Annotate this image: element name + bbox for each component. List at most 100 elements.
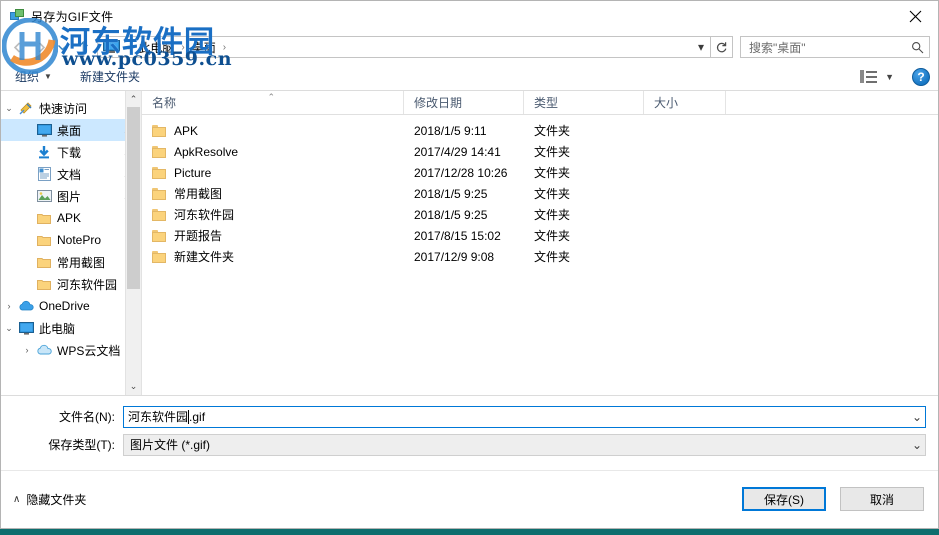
folder-icon — [152, 250, 166, 263]
new-folder-button[interactable]: 新建文件夹 — [60, 66, 148, 87]
column-header-type[interactable]: 类型 — [524, 91, 644, 114]
folder-icon — [152, 145, 166, 158]
refresh-button[interactable] — [711, 36, 733, 58]
cell-type: 文件夹 — [534, 250, 571, 264]
table-row[interactable]: Picture 2017/12/28 10:26 文件夹 — [142, 162, 938, 183]
close-button[interactable] — [892, 1, 938, 31]
taskbar-strip — [0, 529, 939, 535]
scroll-down-button[interactable]: ⌄ — [126, 379, 141, 395]
column-header-name[interactable]: ⌃ 名称 — [142, 91, 404, 114]
sidebar-item-0[interactable]: ⌄ 快速访问 — [1, 97, 141, 119]
sidebar-item-8[interactable]: 河东软件园 — [1, 273, 141, 295]
folder-icon — [35, 212, 53, 224]
sidebar-item-3[interactable]: 文档 — [1, 163, 141, 185]
folder-icon — [152, 208, 166, 221]
scrollbar-thumb[interactable] — [127, 107, 140, 289]
filename-input[interactable]: 河东软件园 .gif ⌄ — [123, 405, 926, 428]
up-button[interactable] — [71, 35, 95, 59]
pictures-icon — [35, 189, 53, 203]
onedrive-cloud-icon — [17, 300, 35, 312]
savetype-label: 保存类型(T): — [48, 438, 115, 452]
table-row[interactable]: APK 2018/1/5 9:11 文件夹 — [142, 120, 938, 141]
folder-icon — [152, 166, 166, 179]
savetype-dropdown-icon[interactable]: ⌄ — [912, 435, 922, 455]
back-button[interactable] — [5, 35, 29, 59]
forward-button[interactable] — [29, 35, 53, 59]
command-toolbar: 组织 ▼ 新建文件夹 ▼ ? — [1, 63, 938, 91]
navigation-pane: ⌄ 快速访问 桌面 下载文档图片 APK NotePro 常用截图河东软件园 › OneDriv… — [1, 91, 141, 395]
cell-name: 开题报告 — [142, 227, 404, 244]
cell-date: 2017/12/9 9:08 — [414, 249, 495, 264]
table-row[interactable]: ApkResolve 2017/4/29 14:41 文件夹 — [142, 141, 938, 162]
sidebar-item-label: 文档 — [57, 167, 82, 182]
expand-chevron-icon[interactable]: › — [1, 301, 17, 311]
hide-folders-label: 隐藏文件夹 — [26, 492, 87, 507]
view-options-button[interactable]: ▼ — [856, 68, 898, 85]
chevron-down-icon: ▼ — [885, 71, 894, 82]
sidebar-item-1[interactable]: 桌面 — [1, 119, 141, 141]
sidebar-item-7[interactable]: 常用截图 — [1, 251, 141, 273]
cell-date: 2018/1/5 9:25 — [414, 186, 488, 201]
column-header-size[interactable]: 大小 — [644, 91, 726, 114]
scroll-up-button[interactable]: ⌃ — [126, 91, 141, 107]
sidebar-item-9[interactable]: › OneDrive — [1, 295, 141, 317]
cell-name: APK — [142, 124, 404, 138]
file-name: 常用截图 — [174, 187, 223, 201]
chevron-up-icon: ∧ — [13, 493, 21, 505]
table-row[interactable]: 常用截图 2018/1/5 9:25 文件夹 — [142, 183, 938, 204]
navigation-scrollbar[interactable]: ⌃ ⌄ — [125, 91, 141, 395]
sidebar-item-4[interactable]: 图片 — [1, 185, 141, 207]
search-box[interactable]: 搜索"桌面" — [740, 36, 930, 58]
sidebar-item-11[interactable]: › WPS云文档 — [1, 339, 141, 361]
sidebar-item-10[interactable]: ⌄ 此电脑 — [1, 317, 141, 339]
file-name: 河东软件园 — [174, 208, 235, 222]
cancel-button[interactable]: 取消 — [840, 487, 924, 512]
folder-icon — [35, 278, 53, 290]
title-bar: 另存为GIF文件 — [1, 1, 938, 31]
chevron-down-icon: ▼ — [44, 72, 52, 81]
file-name: ApkResolve — [174, 144, 239, 159]
sidebar-item-2[interactable]: 下载 — [1, 141, 141, 163]
recent-locations-button[interactable] — [53, 35, 71, 59]
breadcrumb-desktop[interactable]: 桌面 — [189, 39, 219, 56]
help-button[interactable]: ? — [912, 67, 930, 86]
table-row[interactable]: 开题报告 2017/8/15 15:02 文件夹 — [142, 225, 938, 246]
folder-icon — [152, 124, 166, 137]
cell-date: 2018/1/5 9:25 — [414, 207, 488, 222]
sidebar-item-5[interactable]: APK — [1, 207, 141, 229]
sidebar-item-6[interactable]: NotePro — [1, 229, 141, 251]
savetype-select[interactable]: 图片文件 (*.gif) ⌄ — [123, 433, 926, 456]
filename-dropdown-icon[interactable]: ⌄ — [912, 407, 922, 427]
documents-icon — [35, 167, 53, 181]
this-pc-icon — [103, 40, 120, 54]
cell-type: 文件夹 — [534, 208, 571, 222]
folder-icon — [35, 256, 53, 268]
table-row[interactable]: 新建文件夹 2017/12/9 9:08 文件夹 — [142, 246, 938, 267]
this-pc-icon — [17, 321, 35, 335]
gif-file-icon — [9, 8, 25, 24]
organize-button[interactable]: 组织 ▼ — [15, 66, 60, 87]
cell-name: Picture — [142, 166, 404, 180]
table-row[interactable]: 河东软件园 2018/1/5 9:25 文件夹 — [142, 204, 938, 225]
navigation-list: ⌄ 快速访问 桌面 下载文档图片 APK NotePro 常用截图河东软件园 › OneDriv… — [1, 97, 141, 361]
search-input[interactable]: 搜索"桌面" — [749, 39, 909, 56]
search-icon[interactable] — [909, 41, 925, 54]
view-list-icon — [860, 70, 878, 83]
address-toolbar: › 此电脑 › 桌面 › ▾ 搜索"桌面" — [1, 31, 938, 63]
cell-type: 文件夹 — [534, 229, 571, 243]
expand-chevron-icon[interactable]: › — [19, 345, 35, 355]
file-name: APK — [174, 123, 199, 138]
sidebar-item-label: 河东软件园 — [57, 277, 118, 292]
expand-chevron-icon[interactable]: ⌄ — [1, 323, 17, 334]
expand-chevron-icon[interactable]: ⌄ — [1, 103, 17, 114]
column-header-date[interactable]: 修改日期 — [404, 91, 524, 114]
folder-icon — [35, 234, 53, 246]
file-name: 开题报告 — [174, 229, 223, 243]
save-button[interactable]: 保存(S) — [742, 487, 826, 512]
address-bar[interactable]: › 此电脑 › 桌面 › ▾ — [97, 36, 711, 58]
savetype-value: 图片文件 (*.gif) — [130, 438, 211, 452]
breadcrumb-this-pc[interactable]: 此电脑 — [135, 39, 177, 56]
sidebar-item-label: OneDrive — [39, 299, 90, 313]
address-dropdown-icon[interactable]: ▾ — [692, 37, 710, 57]
hide-folders-toggle[interactable]: ∧ 隐藏文件夹 — [13, 491, 86, 508]
